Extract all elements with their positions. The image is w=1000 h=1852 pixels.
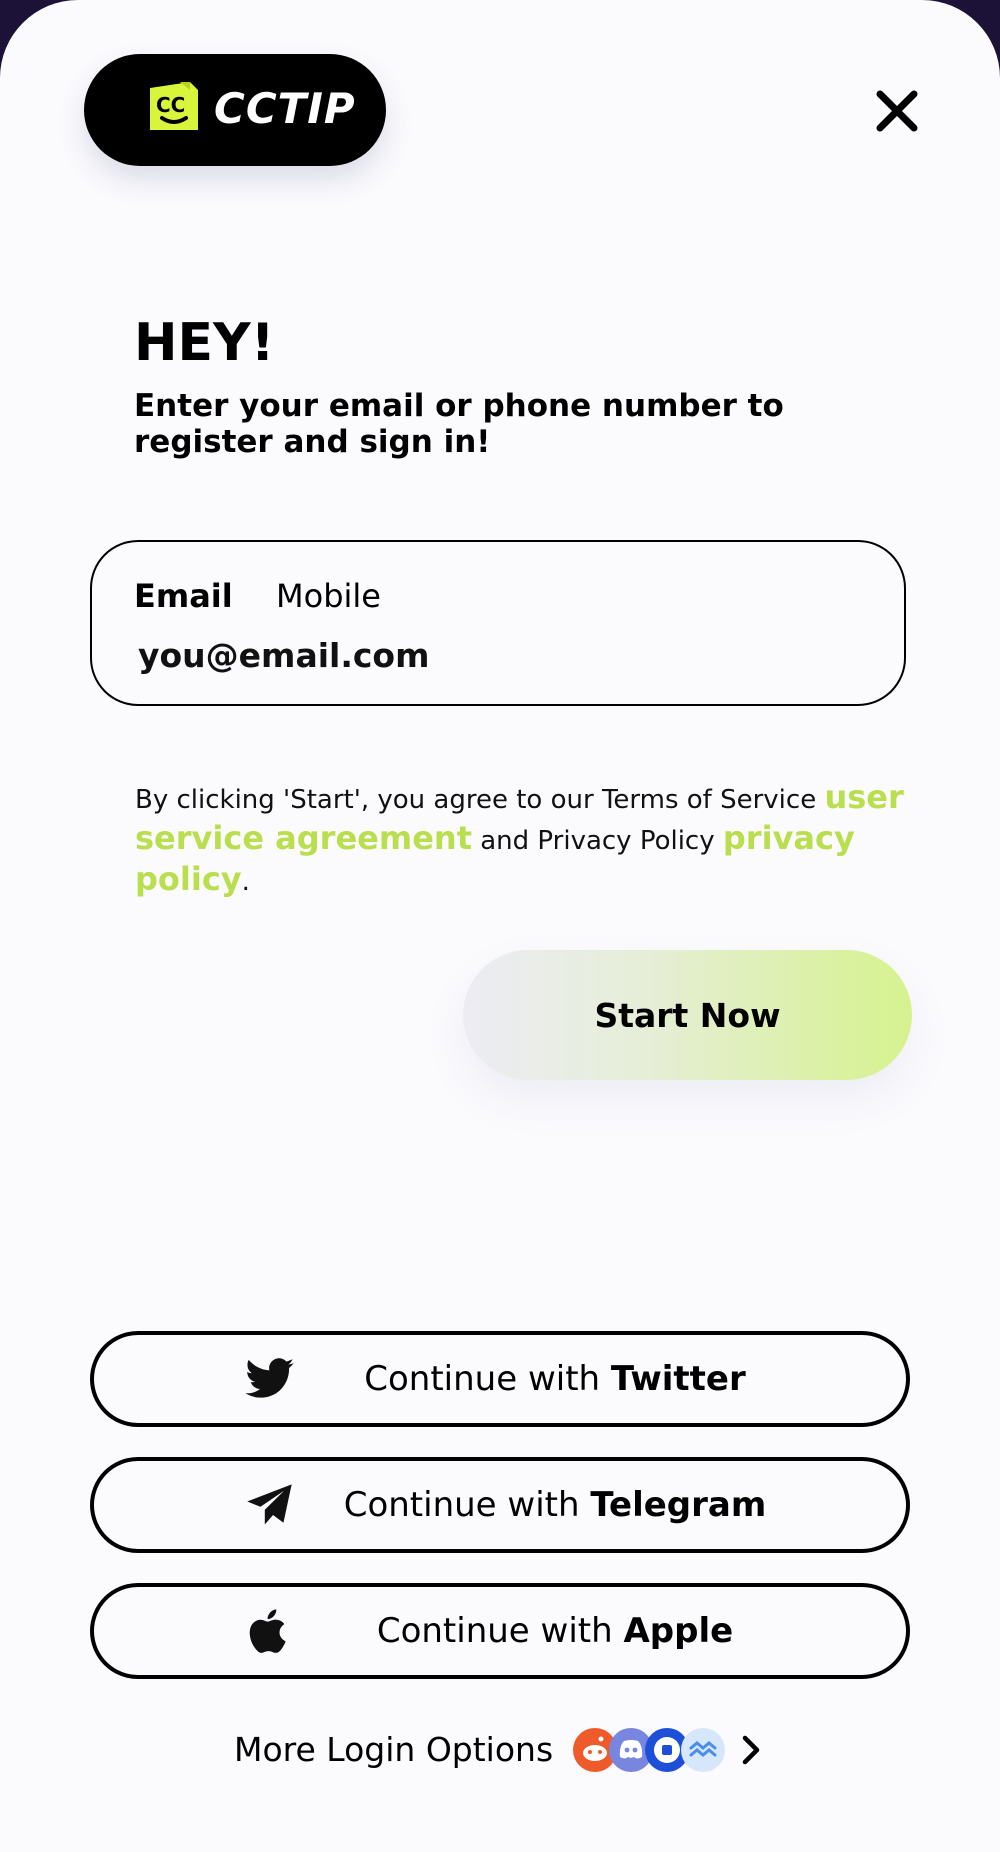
continue-with-twitter-button[interactable]: Continue with Twitter [90,1331,910,1427]
apple-label-prefix: Continue with [376,1611,624,1651]
login-input-box: Email Mobile [90,540,906,706]
terms-middle: and Privacy Policy [471,826,723,856]
page-title: HEY! [134,313,275,373]
page-subtitle: Enter your email or phone number to regi… [134,388,784,460]
telegram-button-label: Continue with Telegram [94,1485,906,1525]
login-sheet: CC CCTIP HEY! Enter your email or phone … [0,0,1000,1852]
terms-prefix: By clicking 'Start', you agree to our Te… [135,785,825,815]
apple-button-label: Continue with Apple [94,1611,906,1651]
terms-text: By clicking 'Start', you agree to our Te… [135,778,915,901]
more-login-options-label: More Login Options [234,1730,554,1769]
tab-email[interactable]: Email [134,576,233,616]
wave-icon [681,1728,726,1772]
telegram-label-provider: Telegram [590,1485,767,1525]
provider-icons [571,1726,727,1774]
telegram-label-prefix: Continue with [343,1485,591,1525]
start-now-button[interactable]: Start Now [463,950,912,1080]
email-field[interactable] [138,630,838,680]
continue-with-apple-button[interactable]: Continue with Apple [90,1583,910,1679]
cctip-logo-icon: CC [150,82,198,130]
chevron-right-icon [742,1735,760,1765]
brand-name: CCTIP [214,84,356,133]
svg-text:CC: CC [156,93,185,117]
tab-mobile[interactable]: Mobile [276,576,381,616]
twitter-label-provider: Twitter [610,1359,746,1399]
continue-with-telegram-button[interactable]: Continue with Telegram [90,1457,910,1553]
twitter-button-label: Continue with Twitter [94,1359,906,1399]
close-icon[interactable] [872,86,922,136]
more-login-options[interactable]: More Login Options [234,1722,765,1778]
terms-suffix: . [241,867,250,897]
brand-logo: CC CCTIP [84,54,386,166]
twitter-label-prefix: Continue with [364,1359,611,1399]
apple-label-provider: Apple [623,1611,734,1651]
